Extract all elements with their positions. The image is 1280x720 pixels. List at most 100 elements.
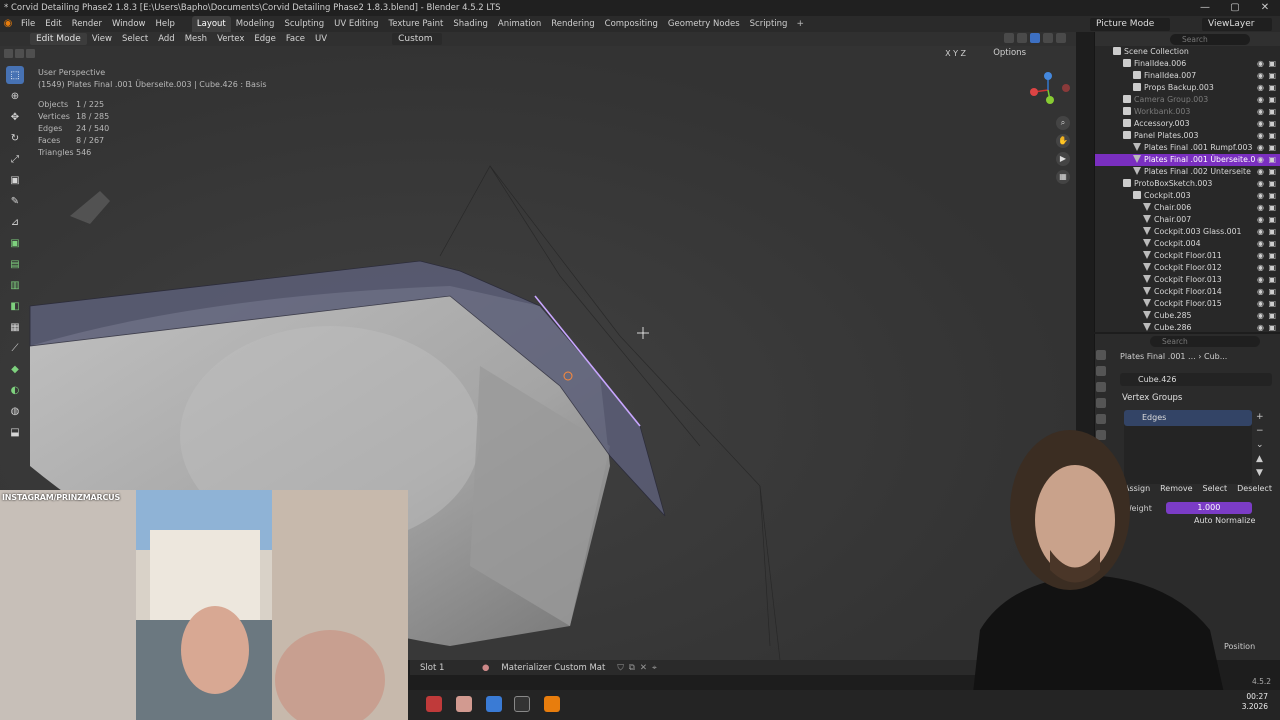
pin-icon[interactable]: ⌖ [652, 663, 657, 673]
tab-scripting[interactable]: Scripting [745, 16, 793, 32]
camera-view-icon[interactable]: ▶ [1056, 152, 1070, 166]
copy-icon[interactable]: ⧉ [629, 663, 635, 673]
render-camera-icon[interactable]: ▣ [1268, 106, 1276, 118]
remove-icon[interactable]: − [1256, 426, 1264, 436]
loop-cut-tool-icon[interactable]: ▦ [6, 318, 24, 336]
tab-texture-paint[interactable]: Texture Paint [384, 16, 449, 32]
bevel-tool-icon[interactable]: ◧ [6, 297, 24, 315]
outliner-item[interactable]: Props Backup.003 ◉ ▣ [1095, 82, 1280, 94]
solid-shading-icon[interactable] [1030, 33, 1040, 43]
tab-layout[interactable]: Layout [191, 16, 231, 32]
render-camera-icon[interactable]: ▣ [1268, 214, 1276, 226]
menu-render[interactable]: Render [67, 16, 107, 32]
chevron-down-icon[interactable]: ⌄ [1256, 440, 1264, 450]
output-tab-icon[interactable] [1096, 382, 1106, 392]
measure-tool-icon[interactable]: ⊿ [6, 213, 24, 231]
menu-help[interactable]: Help [150, 16, 179, 32]
render-camera-icon[interactable]: ▣ [1268, 286, 1276, 298]
render-camera-icon[interactable]: ▣ [1268, 58, 1276, 70]
visibility-eye-icon[interactable]: ◉ [1257, 70, 1264, 82]
annotate-tool-icon[interactable]: ✎ [6, 192, 24, 210]
shield-icon[interactable]: ⛉ [617, 663, 623, 673]
knife-tool-icon[interactable]: ⟋ [6, 339, 24, 357]
outliner-item[interactable]: Cube.286 ◉ ▣ [1095, 322, 1280, 334]
extrude-tool-icon[interactable]: ▤ [6, 255, 24, 273]
render-shading-icon[interactable] [1056, 33, 1066, 43]
render-camera-icon[interactable]: ▣ [1268, 274, 1276, 286]
material-name[interactable]: Materializer Custom Mat [501, 663, 605, 673]
menu-vertex[interactable]: Vertex [212, 34, 249, 44]
mode-selector[interactable]: Edit Mode [30, 33, 87, 45]
tab-animation[interactable]: Animation [493, 16, 546, 32]
render-camera-icon[interactable]: ▣ [1268, 226, 1276, 238]
move-up-icon[interactable]: ▲ [1256, 454, 1264, 464]
render-camera-icon[interactable]: ▣ [1268, 310, 1276, 322]
visibility-eye-icon[interactable]: ◉ [1257, 286, 1264, 298]
tab-geometry-nodes[interactable]: Geometry Nodes [663, 16, 745, 32]
shrink-tool-icon[interactable]: ⬓ [6, 423, 24, 441]
properties-search-input[interactable]: Search [1150, 336, 1260, 347]
menu-mesh[interactable]: Mesh [180, 34, 212, 44]
menu-uv[interactable]: UV [310, 34, 332, 44]
blender-taskbar-icon[interactable] [544, 696, 560, 712]
visibility-eye-icon[interactable]: ◉ [1257, 310, 1264, 322]
outliner-item[interactable]: Plates Final .001 Überseite.0 ◉ ▣ [1095, 154, 1280, 166]
axis-gizmo-icon[interactable] [1020, 66, 1076, 116]
outliner-search-input[interactable]: Search [1170, 33, 1250, 45]
render-camera-icon[interactable]: ▣ [1268, 262, 1276, 274]
tab-compositing[interactable]: Compositing [600, 16, 663, 32]
material-slot-selector[interactable]: Slot 1 [420, 663, 470, 673]
rotate-tool-icon[interactable]: ↻ [6, 129, 24, 147]
minimize-button[interactable]: — [1190, 0, 1220, 16]
outliner-item[interactable]: Cockpit Floor.012 ◉ ▣ [1095, 262, 1280, 274]
menu-edge[interactable]: Edge [249, 34, 280, 44]
visibility-eye-icon[interactable]: ◉ [1257, 238, 1264, 250]
visibility-eye-icon[interactable]: ◉ [1257, 118, 1264, 130]
visibility-eye-icon[interactable]: ◉ [1257, 202, 1264, 214]
menu-edit[interactable]: Edit [40, 16, 66, 32]
outliner-item[interactable]: FinalIdea.006 ◉ ▣ [1095, 58, 1280, 70]
transform-orientation[interactable]: Custom [392, 33, 443, 45]
select-box-tool-icon[interactable]: ⬚ [6, 66, 24, 84]
outliner-item[interactable]: Plates Final .002 Unterseite ◉ ▣ [1095, 166, 1280, 178]
scene-selector[interactable]: Picture Mode [1090, 17, 1170, 31]
perspective-toggle-icon[interactable]: ▦ [1056, 170, 1070, 184]
outliner-item[interactable]: Plates Final .001 Rumpf.003 ◉ ▣ [1095, 142, 1280, 154]
overlay-icon[interactable] [1004, 33, 1014, 43]
deselect-button[interactable]: Deselect [1237, 484, 1272, 493]
render-camera-icon[interactable]: ▣ [1268, 250, 1276, 262]
render-camera-icon[interactable]: ▣ [1268, 94, 1276, 106]
move-down-icon[interactable]: ▼ [1256, 468, 1264, 478]
visibility-eye-icon[interactable]: ◉ [1257, 130, 1264, 142]
terminal-icon[interactable] [514, 696, 530, 712]
render-tab-icon[interactable] [1096, 366, 1106, 376]
transform-tool-icon[interactable]: ▣ [6, 171, 24, 189]
render-camera-icon[interactable]: ▣ [1268, 178, 1276, 190]
zoom-icon[interactable]: ⌕ [1056, 116, 1070, 130]
inset-tool-icon[interactable]: ▥ [6, 276, 24, 294]
render-camera-icon[interactable]: ▣ [1268, 202, 1276, 214]
render-camera-icon[interactable]: ▣ [1268, 70, 1276, 82]
visibility-eye-icon[interactable]: ◉ [1257, 154, 1264, 166]
visibility-eye-icon[interactable]: ◉ [1257, 262, 1264, 274]
outliner-item[interactable]: Cockpit.003 ◉ ▣ [1095, 190, 1280, 202]
maximize-button[interactable]: ▢ [1220, 0, 1250, 16]
add-workspace-icon[interactable]: + [792, 19, 808, 29]
render-camera-icon[interactable]: ▣ [1268, 238, 1276, 250]
render-camera-icon[interactable]: ▣ [1268, 130, 1276, 142]
outliner-item[interactable]: Workbank.003 ◉ ▣ [1095, 106, 1280, 118]
move-tool-icon[interactable]: ✥ [6, 108, 24, 126]
render-camera-icon[interactable]: ▣ [1268, 322, 1276, 334]
render-camera-icon[interactable]: ▣ [1268, 190, 1276, 202]
tool-tab-icon[interactable] [1096, 350, 1106, 360]
notepad-icon[interactable] [486, 696, 502, 712]
render-camera-icon[interactable]: ▣ [1268, 154, 1276, 166]
visibility-eye-icon[interactable]: ◉ [1257, 166, 1264, 178]
visibility-eye-icon[interactable]: ◉ [1257, 94, 1264, 106]
tab-rendering[interactable]: Rendering [546, 16, 599, 32]
pan-hand-icon[interactable]: ✋ [1056, 134, 1070, 148]
outliner-item[interactable]: Cockpit Floor.015 ◉ ▣ [1095, 298, 1280, 310]
render-camera-icon[interactable]: ▣ [1268, 166, 1276, 178]
menu-face[interactable]: Face [281, 34, 310, 44]
visibility-eye-icon[interactable]: ◉ [1257, 106, 1264, 118]
